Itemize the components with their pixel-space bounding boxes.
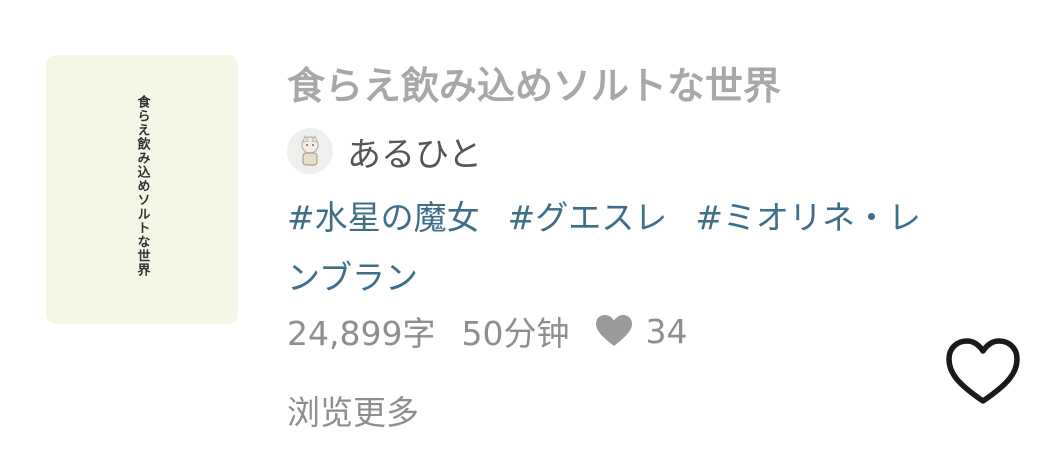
tag-link[interactable]: #グエスレ <box>508 198 668 237</box>
avatar-icon[interactable] <box>287 128 333 174</box>
char-count: 24,899字 <box>287 314 436 353</box>
author-name[interactable]: あるひと <box>347 127 482 176</box>
tag-link[interactable]: #水星の魔女 <box>287 198 480 237</box>
favorite-button[interactable] <box>942 332 1024 408</box>
stats-row: 24,899字 50分钟 34 <box>287 308 687 354</box>
read-time: 50分钟 <box>461 314 570 353</box>
work-title[interactable]: 食らえ飲み込めソルトな世界 <box>287 62 781 110</box>
view-more-link[interactable]: 浏览更多 <box>287 386 419 434</box>
heart-filled-icon <box>595 314 633 348</box>
likes-count: 34 <box>645 311 688 351</box>
author-row[interactable]: あるひと <box>287 126 482 176</box>
heart-outline-icon <box>942 338 1024 411</box>
work-cover[interactable]: 食らえ飲み込めソルトな世界 <box>46 55 238 324</box>
cover-title: 食らえ飲み込めソルトな世界 <box>134 95 150 277</box>
tag-list: #水星の魔女 #グエスレ #ミオリネ・レンブラン <box>287 188 937 308</box>
